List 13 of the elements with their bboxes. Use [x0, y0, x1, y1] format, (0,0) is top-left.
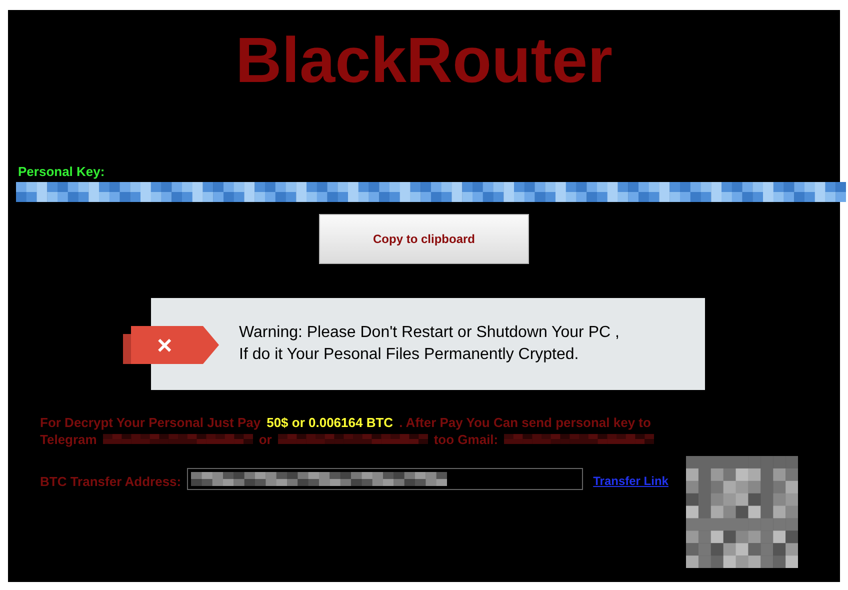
- btc-address-field[interactable]: [187, 468, 584, 490]
- copy-button[interactable]: Copy to clipboard: [319, 214, 529, 264]
- personal-key-label: Personal Key:: [18, 163, 106, 181]
- payment-text: or: [258, 430, 272, 448]
- btc-address-label: BTC Transfer Address:: [40, 472, 182, 490]
- payment-text: . After Pay You Can send personal key to: [399, 414, 651, 430]
- payment-text: For Decrypt Your Personal Just Pay: [40, 414, 261, 430]
- app-title: BlackRouter: [234, 28, 614, 92]
- price-text: 50$ or 0.006164 BTC: [266, 414, 394, 430]
- warning-text: If do it Your Pesonal Files Permanently Crypted.: [239, 344, 580, 364]
- payment-text: too Gmail:: [434, 430, 498, 448]
- warning-text: Warning: Please Don't Restart or Shutdown Your PC ,: [239, 322, 620, 342]
- payment-text: Telegram: [40, 430, 97, 448]
